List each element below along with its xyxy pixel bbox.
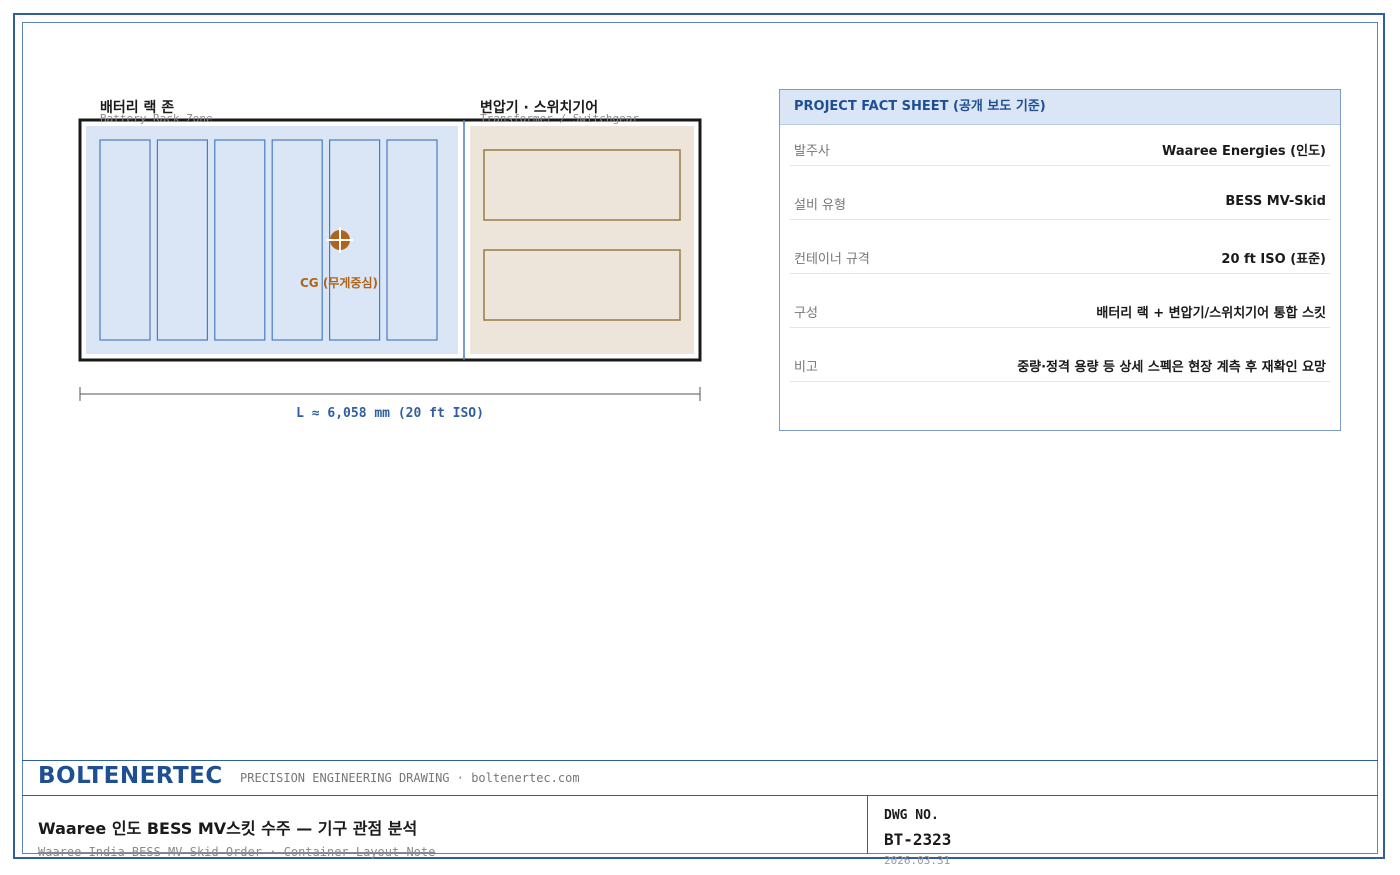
fact-value: Waaree Energies (인도) — [1161, 144, 1326, 159]
fact-value: 중량·정격 용량 등 상세 스펙은 현장 계측 후 재확인 요망 — [1017, 360, 1326, 375]
battery-zone-subtitle: Battery Rack Zone — [100, 112, 213, 125]
fact-row-equipment-type: 설비 유형 BESS MV-Skid — [790, 178, 1330, 220]
fact-label: 구성 — [794, 306, 818, 321]
fact-value: BESS MV-Skid — [1225, 194, 1326, 209]
drawing-date: 2026.03.31 — [884, 854, 951, 867]
project-fact-sheet: PROJECT FACT SHEET (공개 보도 기준) 발주사 Waaree… — [779, 89, 1341, 431]
fact-label: 설비 유형 — [794, 198, 846, 213]
cg-label: CG (무게중심) — [300, 276, 378, 290]
fact-row-client: 발주사 Waaree Energies (인도) — [790, 124, 1330, 166]
drawing-number: BT-2323 — [884, 830, 952, 849]
title-block-vertical-divider — [867, 795, 868, 854]
title-block-divider — [22, 795, 1378, 796]
fact-value: 배터리 랙 + 변압기/스위치기어 통합 스킷 — [1096, 306, 1326, 321]
fact-row-container-spec: 컨테이너 규격 20 ft ISO (표준) — [790, 232, 1330, 274]
switchgear-zone-subtitle: Transformer / Switchgear — [480, 112, 639, 125]
dimension-line — [79, 387, 701, 401]
dimension-label: L ≈ 6,058 mm (20 ft ISO) — [296, 406, 484, 421]
document-title: Waaree 인도 BESS MV스킷 수주 — 기구 관점 분석 — [38, 819, 418, 838]
fact-sheet-header: PROJECT FACT SHEET (공개 보도 기준) — [780, 90, 1340, 125]
brand-tagline: PRECISION ENGINEERING DRAWING · boltener… — [240, 771, 580, 785]
drawing-number-label: DWG NO. — [884, 808, 939, 823]
brand-logo: BOLTENERTEC — [38, 763, 223, 789]
fact-value: 20 ft ISO (표준) — [1221, 252, 1326, 267]
document-subtitle: Waaree India BESS MV Skid Order · Contai… — [38, 845, 436, 859]
drawing-sheet: 배터리 랙 존 Battery Rack Zone 변압기 · 스위치기어 Tr… — [0, 0, 1400, 875]
fact-label: 비고 — [794, 360, 818, 375]
fact-label: 컨테이너 규격 — [794, 252, 870, 267]
fact-row-composition: 구성 배터리 랙 + 변압기/스위치기어 통합 스킷 — [790, 286, 1330, 328]
container-layout-drawing — [78, 118, 702, 401]
fact-row-remarks: 비고 중량·정격 용량 등 상세 스펙은 현장 계측 후 재확인 요망 — [790, 340, 1330, 382]
fact-label: 발주사 — [794, 144, 830, 159]
title-block-divider — [22, 760, 1378, 761]
